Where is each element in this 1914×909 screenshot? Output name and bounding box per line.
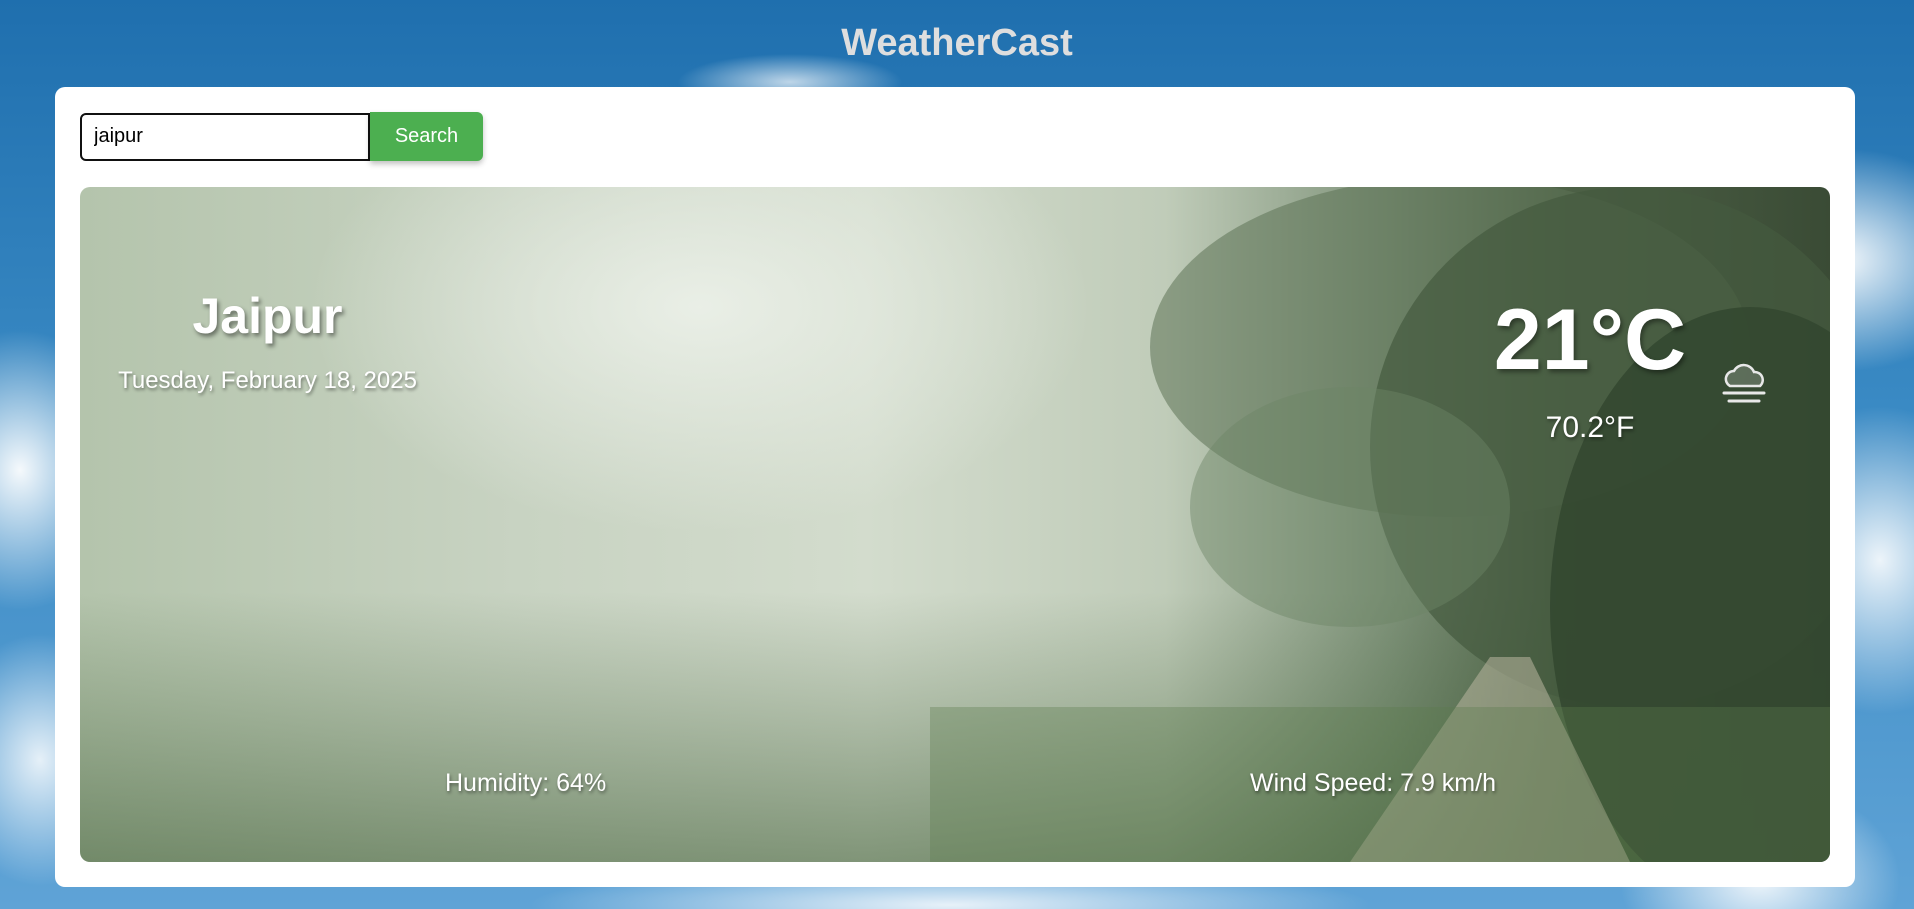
search-input[interactable] [80,112,370,161]
temperature-celsius: 21°C [1493,292,1687,388]
temperature-fahrenheit: 70.2°F [1545,411,1635,444]
weather-card: Jaipur Tuesday, February 18, 2025 21°C 7… [80,187,1830,862]
main-panel: Search Jaipur Tuesday, February 18, 2025… [55,87,1855,887]
search-bar: Search [80,112,483,161]
temperature-block: 21°C 70.2°F [1480,297,1700,445]
humidity-label: Humidity: [445,769,550,797]
fog-icon [1722,363,1766,403]
foggy-forest-background [930,187,1830,862]
wind-speed-label: Wind Speed: [1250,769,1394,797]
humidity-value: 64% [556,769,607,797]
wind-speed-value: 7.9 km/h [1400,769,1496,797]
location-block: Jaipur Tuesday, February 18, 2025 [80,287,455,395]
app-title: WeatherCast [841,22,1073,64]
humidity-stat: Humidity: 64% [445,769,606,798]
current-date: Tuesday, February 18, 2025 [118,367,417,394]
wind-speed-stat: Wind Speed: 7.9 km/h [1250,769,1496,798]
search-button[interactable]: Search [370,112,483,161]
city-name: Jaipur [192,288,343,344]
